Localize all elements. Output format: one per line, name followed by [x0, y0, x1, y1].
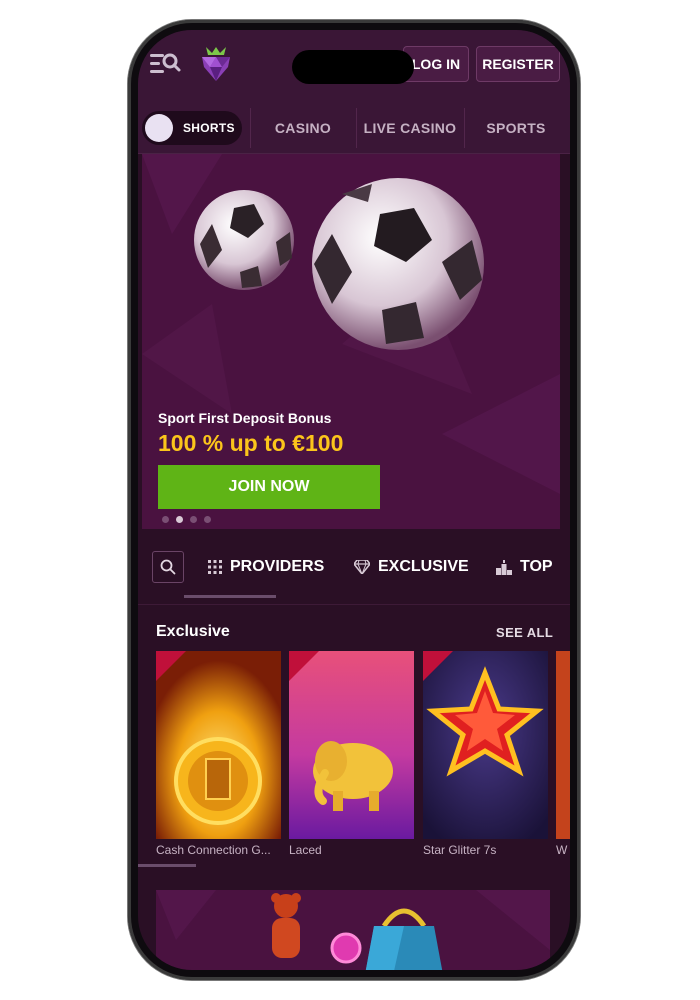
filter-label: EXCLUSIVE: [378, 558, 469, 575]
carousel-dot[interactable]: [204, 516, 211, 523]
game-name: Laced: [289, 843, 322, 857]
game-filter-bar: PROVIDERS EXCLUSIVE TOP: [138, 529, 570, 605]
laced-thumbnail: [289, 651, 414, 839]
rewards-banner-image: [156, 890, 550, 970]
filter-label: PROVIDERS: [230, 558, 325, 575]
carousel-dot[interactable]: [190, 516, 197, 523]
menu-search-icon[interactable]: [148, 50, 182, 78]
tab-casino[interactable]: CASINO: [250, 102, 356, 154]
podium-icon: [496, 559, 512, 575]
game-name: W: [556, 843, 568, 857]
carousel-dot[interactable]: [162, 516, 169, 523]
promo-subtitle: Sport First Deposit Bonus: [158, 410, 332, 426]
phone-frame: LOG IN REGISTER SHORTS CASINO LIVE CASIN…: [128, 20, 580, 980]
promo-title: 100 % up to €100: [158, 430, 344, 456]
game-tile-cash-connection[interactable]: [156, 651, 281, 839]
carousel-dots: [162, 516, 211, 523]
search-button[interactable]: [152, 551, 184, 583]
game-tile-star-glitter[interactable]: [423, 651, 548, 839]
filter-label: TOP: [520, 558, 553, 575]
tab-live-casino[interactable]: LIVE CASINO: [356, 102, 464, 154]
promo-banner[interactable]: Sport First Deposit Bonus 100 % up to €1…: [142, 154, 560, 529]
tab-sports[interactable]: SPORTS: [464, 102, 568, 154]
category-nav: SHORTS CASINO LIVE CASINO SPORTS: [138, 102, 570, 154]
shorts-toggle[interactable]: SHORTS: [142, 111, 242, 145]
section-title: Exclusive: [156, 623, 230, 640]
join-now-button[interactable]: JOIN NOW: [158, 465, 380, 509]
filter-providers[interactable]: PROVIDERS: [208, 551, 324, 583]
game-tile-laced[interactable]: [289, 651, 414, 839]
cash-connection-thumbnail: [156, 651, 281, 839]
see-all-link[interactable]: SEE ALL: [496, 625, 553, 640]
diamond-icon: [354, 560, 370, 574]
search-icon: [160, 559, 176, 575]
raspberry-logo-icon[interactable]: [196, 43, 236, 85]
game-tile-partial[interactable]: [556, 651, 570, 839]
carousel-dot-active[interactable]: [176, 516, 183, 523]
rewards-banner[interactable]: [156, 890, 550, 970]
dynamic-island: [292, 50, 414, 84]
star-glitter-thumbnail: [423, 651, 548, 839]
game-name: Cash Connection G...: [156, 843, 271, 857]
grid-icon: [208, 560, 222, 574]
register-button[interactable]: REGISTER: [476, 46, 560, 82]
app-screen: LOG IN REGISTER SHORTS CASINO LIVE CASIN…: [138, 30, 570, 970]
carousel-scroll-indicator: [138, 864, 196, 867]
filter-top[interactable]: TOP: [496, 551, 553, 583]
filter-exclusive[interactable]: EXCLUSIVE: [354, 551, 469, 583]
active-filter-underline: [184, 595, 276, 598]
game-name: Star Glitter 7s: [423, 843, 497, 857]
shorts-label: SHORTS: [183, 121, 235, 135]
partial-thumbnail: [556, 651, 570, 839]
shorts-avatar-icon: [145, 114, 173, 142]
